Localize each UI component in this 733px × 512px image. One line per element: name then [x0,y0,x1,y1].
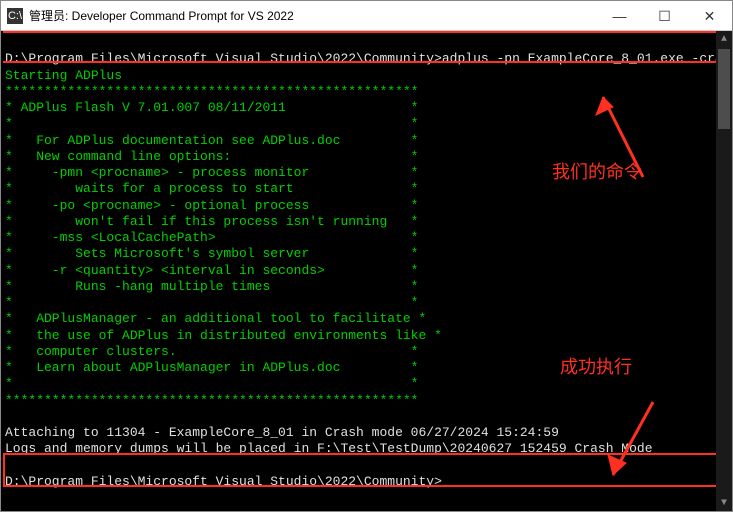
help-line: * -r <quantity> <interval in seconds> * [5,263,418,278]
annotation-label-command: 我们的命令 [552,161,642,184]
window-controls: — ☐ ✕ [597,1,732,30]
banner-stars-bottom: ****************************************… [5,393,418,408]
help-line: * New command line options: * [5,149,418,164]
help-line: * -pmn <procname> - process monitor * [5,165,418,180]
banner-blank: * * [5,116,418,131]
titlebar: C:\ 管理员: Developer Command Prompt for VS… [1,1,732,31]
title-left: C:\ 管理员: Developer Command Prompt for VS… [7,7,294,24]
banner-stars: ****************************************… [5,84,418,99]
prompt-line: D:\Program Files\Microsoft Visual Studio… [5,51,732,66]
annotation-label-success: 成功执行 [560,356,632,379]
help-line: * the use of ADPlus in distributed envir… [5,328,442,343]
vertical-scrollbar[interactable]: ▲ ▼ [716,31,732,511]
scroll-thumb[interactable] [718,49,730,129]
help-line: * waits for a process to start * [5,181,418,196]
close-button[interactable]: ✕ [687,1,732,31]
scroll-down-button[interactable]: ▼ [716,495,732,511]
prompt-line-2: D:\Program Files\Microsoft Visual Studio… [5,474,442,489]
terminal-area[interactable]: D:\Program Files\Microsoft Visual Studio… [1,31,732,511]
command-prompt-window: C:\ 管理员: Developer Command Prompt for VS… [0,0,733,512]
help-line: * won't fail if this process isn't runni… [5,214,418,229]
logs-line: Logs and memory dumps will be placed in … [5,441,653,456]
help-line: * * [5,295,418,310]
help-line: * -po <procname> - optional process * [5,198,418,213]
arrow-to-command [541,71,668,209]
help-line: * * [5,376,418,391]
help-line: * Learn about ADPlusManager in ADPlus.do… [5,360,418,375]
attach-line: Attaching to 11304 - ExampleCore_8_01 in… [5,425,559,440]
help-line: * For ADPlus documentation see ADPlus.do… [5,133,418,148]
help-line: * ADPlusManager - an additional tool to … [5,311,426,326]
help-line: * Runs -hang multiple times * [5,279,418,294]
help-line: * computer clusters. * [5,344,418,359]
scroll-up-button[interactable]: ▲ [716,31,732,47]
minimize-button[interactable]: — [597,1,642,31]
banner-title: * ADPlus Flash V 7.01.007 08/11/2011 * [5,100,418,115]
maximize-button[interactable]: ☐ [642,1,687,31]
window-title: 管理员: Developer Command Prompt for VS 202… [29,7,294,24]
help-line: * Sets Microsoft's symbol server * [5,246,418,261]
starting-line: Starting ADPlus [5,68,122,83]
help-line: * -mss <LocalCachePath> * [5,230,418,245]
cmd-icon: C:\ [7,8,23,24]
